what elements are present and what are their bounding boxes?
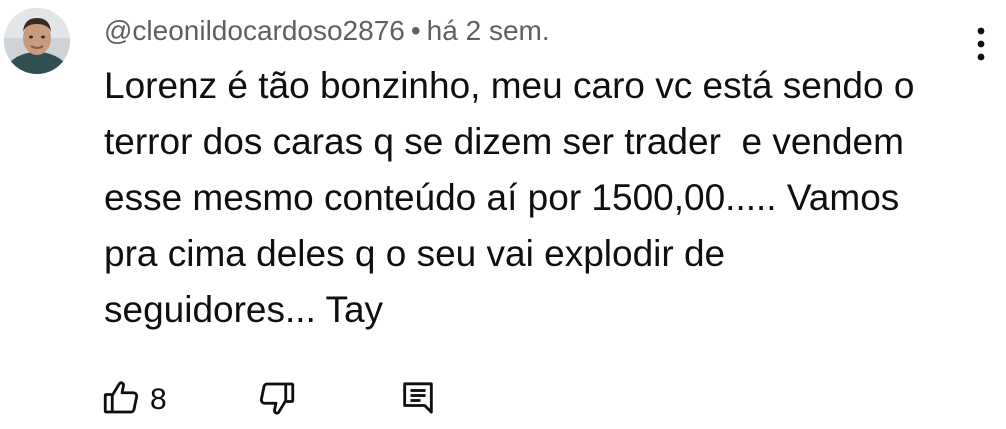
avatar[interactable] (4, 8, 70, 74)
reply-button[interactable] (398, 374, 438, 426)
comment-reply-icon (398, 378, 438, 423)
more-options-button[interactable] (966, 22, 996, 70)
dislike-button[interactable] (256, 374, 298, 426)
thumb-up-icon (100, 377, 142, 424)
like-count: 8 (150, 383, 167, 416)
comment-meta: @cleonildocardoso2876 • há 2 sem. (104, 13, 550, 49)
more-vert-icon (977, 27, 985, 66)
comment-text: Lorenz é tão bonzinho, meu caro vc está … (104, 65, 915, 330)
thumb-down-icon (256, 377, 298, 424)
like-button[interactable]: 8 (100, 374, 167, 426)
author-handle[interactable]: @cleonildocardoso2876 (104, 15, 405, 46)
comment-timestamp[interactable]: há 2 sem. (427, 15, 550, 46)
meta-separator: • (410, 15, 421, 46)
